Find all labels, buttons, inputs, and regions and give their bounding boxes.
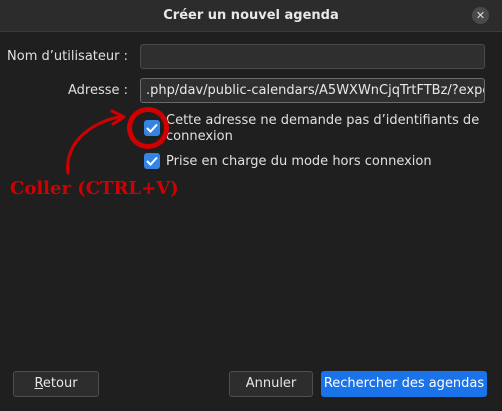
dialog-content: Nom d’utilisateur : Adresse : .php/dav/p… <box>0 33 502 411</box>
dialog-title: Créer un nouvel agenda <box>163 8 339 23</box>
annotation-arrow <box>66 109 126 175</box>
back-button[interactable]: Retour <box>13 371 99 397</box>
cancel-button[interactable]: Annuler <box>229 371 313 397</box>
annotation-text: Coller (CTRL+V) <box>10 178 179 199</box>
search-calendars-button[interactable]: Rechercher des agendas <box>321 371 487 397</box>
close-icon[interactable]: ✕ <box>472 7 489 24</box>
title-bar: Créer un nouvel agenda ✕ <box>0 0 502 32</box>
